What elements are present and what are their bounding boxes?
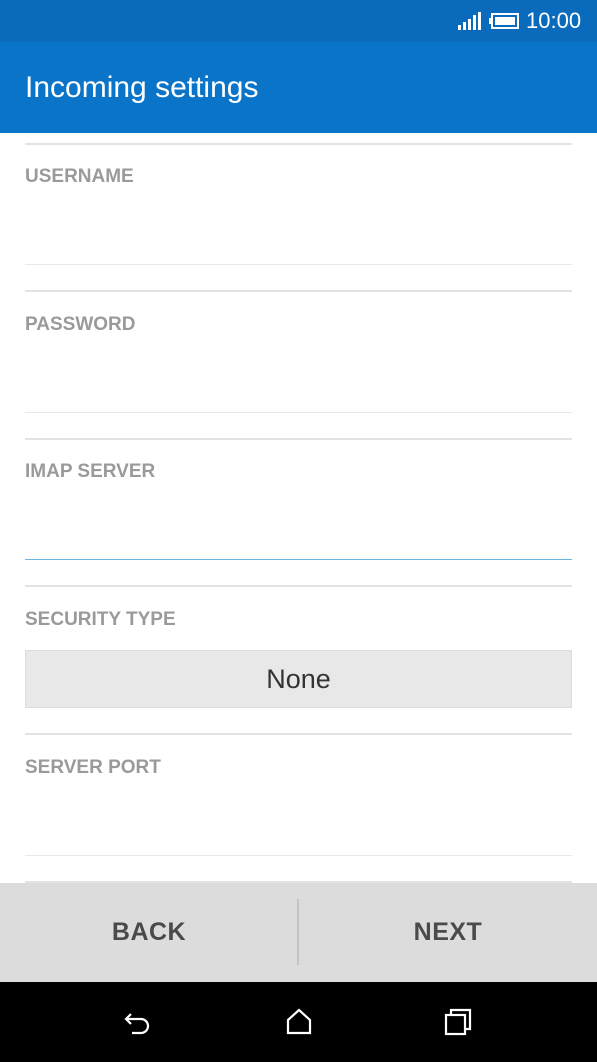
username-underline [25, 264, 572, 265]
page-title: Incoming settings [25, 71, 259, 104]
divider [25, 438, 572, 440]
imap-server-input[interactable] [25, 516, 572, 556]
divider [25, 585, 572, 587]
server-port-underline [25, 855, 572, 856]
username-input[interactable] [25, 221, 572, 261]
bottom-action-bar: BACK NEXT [0, 883, 597, 982]
signal-icon [458, 12, 481, 30]
server-port-label: SERVER PORT [25, 757, 161, 778]
password-label: PASSWORD [25, 314, 136, 335]
security-type-select[interactable]: None [25, 650, 572, 708]
app-bar: Incoming settings [0, 42, 597, 133]
next-button[interactable]: NEXT [299, 883, 597, 982]
back-button[interactable]: BACK [0, 883, 298, 982]
divider [25, 733, 572, 735]
server-port-input[interactable] [25, 811, 572, 851]
security-type-label: SECURITY TYPE [25, 609, 176, 630]
status-clock: 10:00 [526, 8, 582, 33]
imap-server-label: IMAP SERVER [25, 461, 156, 482]
divider [25, 290, 572, 292]
home-icon[interactable] [283, 1006, 315, 1038]
navigation-bar [0, 982, 597, 1062]
imap-server-underline [25, 559, 572, 560]
back-icon[interactable] [122, 1006, 154, 1038]
security-type-value: None [266, 663, 331, 694]
divider [25, 143, 572, 145]
password-input[interactable] [25, 369, 572, 409]
username-label: USERNAME [25, 166, 134, 187]
settings-form: USERNAME PASSWORD IMAP SERVER SECURITY T… [0, 133, 597, 883]
recents-icon[interactable] [442, 1006, 474, 1038]
status-bar: 10:00 [0, 0, 597, 42]
password-underline [25, 412, 572, 413]
battery-icon [489, 13, 519, 29]
